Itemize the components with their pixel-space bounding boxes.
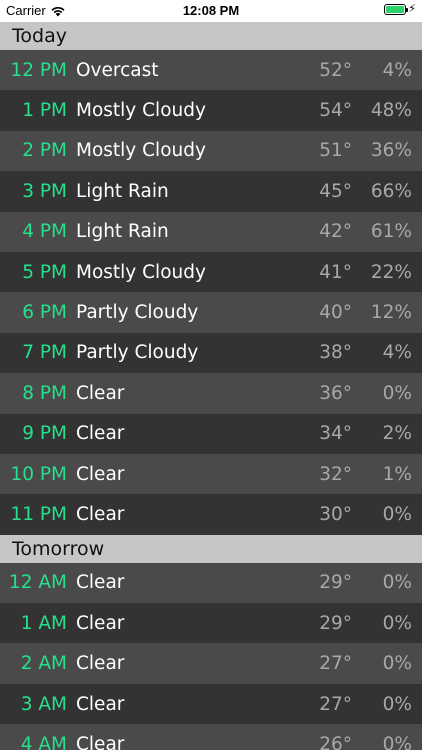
status-time: 12:08 PM bbox=[182, 3, 240, 18]
temperature-value: 41° bbox=[319, 261, 352, 283]
condition-label: Clear bbox=[76, 693, 125, 715]
precip-chance-value: 0% bbox=[382, 503, 412, 525]
hour-label: 10 PM bbox=[10, 463, 67, 485]
section-header: Tomorrow bbox=[0, 534, 422, 563]
forecast-row[interactable]: 2 PM Mostly Cloudy 51° 36% bbox=[0, 130, 422, 172]
hour-label: 1 PM bbox=[22, 100, 67, 122]
condition-label: Overcast bbox=[76, 59, 159, 81]
hour-label: 9 PM bbox=[22, 423, 67, 445]
temperature-value: 38° bbox=[319, 342, 352, 364]
temperature-value: 29° bbox=[319, 612, 352, 634]
battery-icon bbox=[384, 4, 409, 15]
precip-chance-value: 61% bbox=[370, 221, 412, 243]
condition-label: Clear bbox=[76, 423, 125, 445]
precip-chance-value: 0% bbox=[382, 733, 412, 750]
forecast-row[interactable]: 1 AM Clear 29° 0% bbox=[0, 603, 422, 644]
temperature-value: 34° bbox=[319, 423, 352, 445]
battery-fill bbox=[386, 6, 405, 13]
hour-label: 12 PM bbox=[10, 59, 67, 81]
forecast-row[interactable]: 3 PM Light Rain 45° 66% bbox=[0, 171, 422, 212]
condition-label: Clear bbox=[76, 572, 125, 594]
precip-chance-value: 0% bbox=[382, 382, 412, 404]
hour-label: 8 PM bbox=[22, 382, 67, 404]
temperature-value: 27° bbox=[319, 653, 352, 675]
condition-label: Clear bbox=[76, 463, 125, 485]
precip-chance-value: 66% bbox=[370, 180, 412, 202]
forecast-row[interactable]: 4 AM Clear 26° 0% bbox=[0, 724, 422, 750]
precip-chance-value: 0% bbox=[382, 612, 412, 634]
temperature-value: 52° bbox=[319, 59, 352, 81]
hour-label: 7 PM bbox=[22, 342, 67, 364]
temperature-value: 54° bbox=[319, 100, 352, 122]
temperature-value: 27° bbox=[319, 693, 352, 715]
temperature-value: 51° bbox=[319, 140, 352, 162]
precip-chance-value: 2% bbox=[382, 423, 412, 445]
temperature-value: 45° bbox=[319, 180, 352, 202]
forecast-row[interactable]: 9 PM Clear 34° 2% bbox=[0, 413, 422, 454]
hour-label: 5 PM bbox=[22, 261, 67, 283]
forecast-row[interactable]: 11 PM Clear 30° 0% bbox=[0, 494, 422, 535]
precip-chance-value: 0% bbox=[382, 653, 412, 675]
precip-chance-value: 48% bbox=[370, 100, 412, 122]
forecast-row[interactable]: 6 PM Partly Cloudy 40° 12% bbox=[0, 292, 422, 333]
forecast-row[interactable]: 8 PM Clear 36° 0% bbox=[0, 373, 422, 414]
hour-label: 3 PM bbox=[22, 180, 67, 202]
precip-chance-value: 1% bbox=[382, 463, 412, 485]
hour-label: 3 AM bbox=[20, 693, 67, 715]
section-header: Today bbox=[0, 22, 422, 50]
hour-label: 1 AM bbox=[20, 612, 67, 634]
charging-bolt-icon: ⚡︎ bbox=[408, 3, 416, 15]
condition-label: Clear bbox=[76, 733, 125, 750]
forecast-row[interactable]: 5 PM Mostly Cloudy 41° 22% bbox=[0, 251, 422, 293]
forecast-row[interactable]: 3 AM Clear 27° 0% bbox=[0, 683, 422, 725]
hour-label: 6 PM bbox=[22, 302, 67, 324]
forecast-list[interactable]: Today 12 PM Overcast 52° 4% 1 PM Mostly Cloudy… bbox=[0, 22, 422, 750]
precip-chance-value: 12% bbox=[370, 302, 412, 324]
hour-label: 11 PM bbox=[10, 503, 67, 525]
condition-label: Clear bbox=[76, 503, 125, 525]
precip-chance-value: 4% bbox=[382, 59, 412, 81]
temperature-value: 26° bbox=[319, 733, 352, 750]
forecast-row[interactable]: 2 AM Clear 27° 0% bbox=[0, 643, 422, 684]
precip-chance-value: 36% bbox=[370, 140, 412, 162]
status-right: ⚡︎ bbox=[384, 4, 416, 15]
forecast-row[interactable]: 12 PM Overcast 52° 4% bbox=[0, 50, 422, 91]
hour-label: 2 PM bbox=[22, 140, 67, 162]
forecast-row[interactable]: 4 PM Light Rain 42° 61% bbox=[0, 211, 422, 252]
hour-label: 2 AM bbox=[20, 653, 67, 675]
condition-label: Clear bbox=[76, 612, 125, 634]
hour-label: 12 AM bbox=[8, 572, 67, 594]
temperature-value: 29° bbox=[319, 572, 352, 594]
condition-label: Clear bbox=[76, 382, 125, 404]
precip-chance-value: 4% bbox=[382, 342, 412, 364]
precip-chance-value: 0% bbox=[382, 572, 412, 594]
status-bar: Carrier 12:08 PM ⚡︎ bbox=[0, 0, 422, 22]
forecast-row[interactable]: 7 PM Partly Cloudy 38° 4% bbox=[0, 332, 422, 374]
precip-chance-value: 22% bbox=[370, 261, 412, 283]
temperature-value: 36° bbox=[319, 382, 352, 404]
forecast-row[interactable]: 12 AM Clear 29° 0% bbox=[0, 562, 422, 604]
forecast-row[interactable]: 1 PM Mostly Cloudy 54° 48% bbox=[0, 90, 422, 131]
forecast-row[interactable]: 10 PM Clear 32° 1% bbox=[0, 453, 422, 495]
temperature-value: 32° bbox=[319, 463, 352, 485]
temperature-value: 42° bbox=[319, 221, 352, 243]
temperature-value: 40° bbox=[319, 302, 352, 324]
temperature-value: 30° bbox=[319, 503, 352, 525]
hour-label: 4 AM bbox=[20, 733, 67, 750]
condition-label: Clear bbox=[76, 653, 125, 675]
precip-chance-value: 0% bbox=[382, 693, 412, 715]
condition-label: Partly Cloudy bbox=[76, 342, 199, 364]
hour-label: 4 PM bbox=[22, 221, 67, 243]
